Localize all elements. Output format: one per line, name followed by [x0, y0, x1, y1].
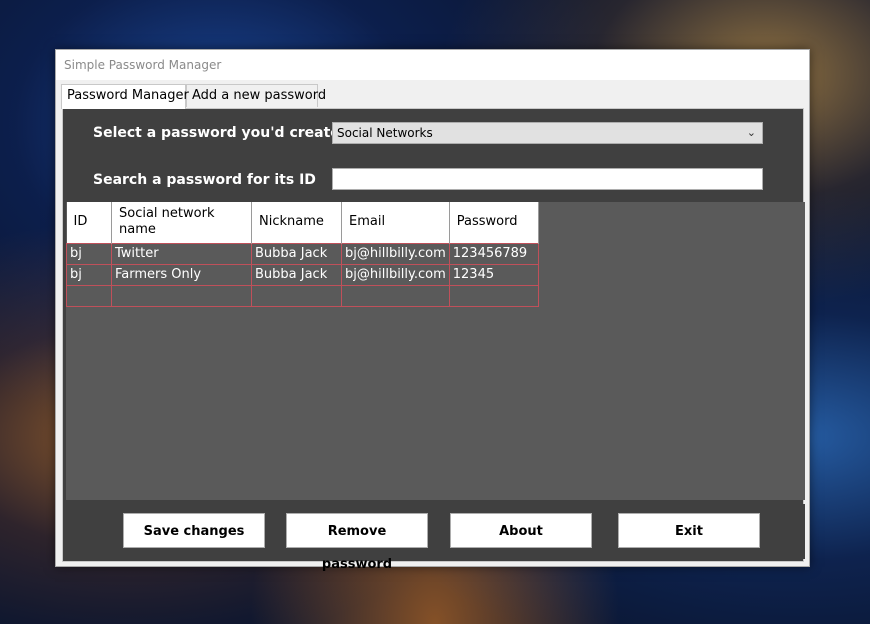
- cell-social-network[interactable]: Farmers Only: [111, 263, 252, 286]
- column-header-password[interactable]: Password: [449, 202, 539, 243]
- cell-social-network[interactable]: [111, 284, 252, 307]
- category-select-value: Social Networks: [337, 126, 433, 140]
- table-row[interactable]: bj Twitter Bubba Jack bj@hillbilly.com 1…: [66, 242, 539, 265]
- button-bar: Save changes Remove password About Exit: [66, 504, 805, 572]
- cell-email[interactable]: [341, 284, 450, 307]
- app-window: Simple Password Manager Password Manager…: [55, 49, 810, 572]
- cell-social-network[interactable]: Twitter: [111, 242, 252, 265]
- cell-password[interactable]: 123456789: [448, 242, 539, 265]
- column-header-social-network[interactable]: Social network name: [111, 202, 252, 243]
- cell-nickname[interactable]: Bubba Jack: [251, 263, 342, 286]
- tab-password-manager[interactable]: Password Manager: [61, 84, 189, 109]
- search-label: Search a password for its ID: [93, 172, 316, 188]
- cell-id[interactable]: [66, 284, 112, 307]
- exit-button[interactable]: Exit: [618, 513, 760, 548]
- tab-add-new-password[interactable]: Add a new password: [186, 84, 326, 107]
- select-password-label: Select a password you'd created: [93, 125, 350, 141]
- table-row[interactable]: bj Farmers Only Bubba Jack bj@hillbilly.…: [66, 263, 539, 286]
- cell-password[interactable]: [448, 284, 539, 307]
- cell-id[interactable]: bj: [66, 263, 112, 286]
- about-button[interactable]: About: [450, 513, 592, 548]
- cell-password[interactable]: 12345: [448, 263, 539, 286]
- title-bar[interactable]: Simple Password Manager: [56, 50, 809, 80]
- table-row-new[interactable]: [66, 284, 539, 307]
- cell-nickname[interactable]: [251, 284, 342, 307]
- window-title: Simple Password Manager: [64, 58, 222, 72]
- save-changes-button[interactable]: Save changes: [123, 513, 265, 548]
- cell-id[interactable]: bj: [66, 242, 112, 265]
- cell-nickname[interactable]: Bubba Jack: [251, 242, 342, 265]
- search-id-input[interactable]: [332, 168, 763, 190]
- cell-email[interactable]: bj@hillbilly.com: [341, 242, 450, 265]
- password-manager-panel: Select a password you'd created Social N…: [62, 108, 805, 572]
- column-header-nickname[interactable]: Nickname: [251, 202, 342, 243]
- passwords-table-area: ID Social network name Nickname Email Pa…: [66, 202, 805, 500]
- category-select[interactable]: Social Networks ⌄: [332, 122, 763, 144]
- passwords-table[interactable]: ID Social network name Nickname Email Pa…: [66, 202, 539, 307]
- remove-password-button[interactable]: Remove password: [286, 513, 428, 572]
- column-header-id[interactable]: ID: [66, 202, 112, 243]
- chevron-down-icon: ⌄: [746, 126, 756, 139]
- table-header-row: ID Social network name Nickname Email Pa…: [66, 202, 539, 243]
- column-header-email[interactable]: Email: [341, 202, 450, 243]
- cell-email[interactable]: bj@hillbilly.com: [341, 263, 450, 286]
